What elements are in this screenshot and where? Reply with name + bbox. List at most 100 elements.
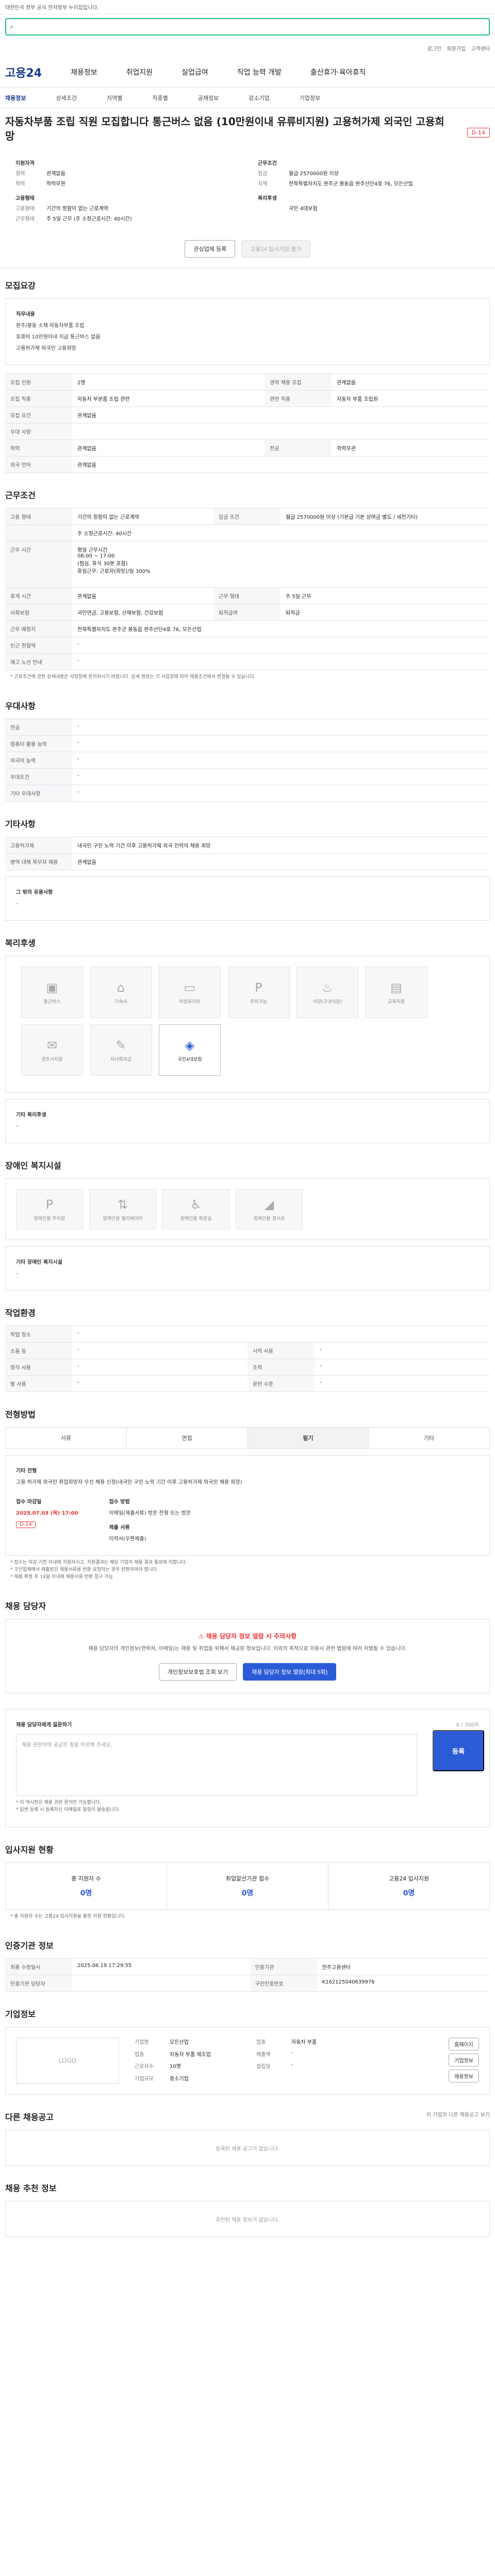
company-homepage-button[interactable]: 홈페이지	[449, 2038, 479, 2050]
contact-alert: ⚠ 채용 담당자 정보 열람 시 주의사항 채용 담당자의 개인정보(연락처, …	[5, 1619, 490, 1693]
company-fields: 기업명 모든산업 업종 자동차 부품 업종 자동차 부품 제조업 매출액 - 근로자수 10명…	[135, 2040, 317, 2082]
register-button[interactable]: 등록	[433, 1730, 484, 1771]
privacy-law-button[interactable]: 개인정보보호법 조회 보기	[158, 1663, 237, 1681]
process-tabs: 서류 면접 필기 기타	[5, 1427, 490, 1449]
job-title: 자동차부품 조립 직원 모집합니다 통근버스 없음 (10만원이내 유류비지원)…	[5, 115, 444, 142]
applicant-status: 총 지원자 수 0명 취업알선기관 접수 0명 고용24 입사지원 0명	[5, 1862, 490, 1910]
company-logo: LOGO	[16, 2038, 119, 2084]
search-icon: ⌕	[10, 23, 14, 30]
welfare-edu: ▤ 교육지원	[365, 967, 427, 1018]
sub-nav: 채용정보 상세조건 지역별 직종별 공채정보 강소기업 기업정보	[0, 88, 495, 108]
tab-interview: 면접	[127, 1428, 248, 1448]
cap-icon: ✎	[116, 1038, 126, 1053]
section-disability: 장애인 복지시설 P 장애인용 주차장 ⇅ 장애인용 엘리베이터 ♿ 장애인용 화장실…	[0, 1148, 495, 1296]
nav-jobs[interactable]: 채용정보	[71, 67, 97, 77]
welfare-grid: ▣ 통근버스 ⌂ 기숙사 ▭ 차량유지비 P 주차가능 ♨ 식당(구내식당) ▤ 교육지원 …	[5, 956, 490, 1093]
same-company-link[interactable]: 이 기업의 다른 채용공고 보기	[426, 2110, 490, 2118]
dis-ramp: ◢ 장애인용 경사로	[236, 1189, 303, 1229]
process-notes: * 접수는 마감 기한 이내에 지원하시고, 지원결과는 해당 기업의 채용 결…	[10, 1560, 187, 1580]
logo[interactable]: 고용24	[5, 64, 42, 80]
tab-other: 기타	[424, 1435, 435, 1442]
job-description: 직무내용 완주/봉동 소재 자동차부품 조립 유류비 10만원이내 지급 통근버…	[5, 298, 490, 365]
welfare-cafeteria: ♨ 식당(구내식당)	[296, 967, 358, 1018]
subnav-strong[interactable]: 강소기업	[249, 94, 269, 102]
gift-icon: ✉	[46, 1038, 58, 1053]
subnav-public[interactable]: 공채정보	[198, 94, 219, 102]
global-nav: 고용24 채용정보 취업지원 실업급여 직업 능력 개발 출산휴가·육아휴직	[0, 57, 495, 88]
util-join[interactable]: 회원가입	[447, 44, 466, 52]
util-links: 로그인 회원가입 고객센터	[0, 39, 495, 57]
section-title: 모집요강	[5, 281, 36, 291]
search-row: ⌕	[0, 14, 495, 39]
welfare-car: ▭ 차량유지비	[159, 967, 221, 1018]
welfare-parking: P 주차가능	[227, 967, 290, 1018]
welfare-tuition: ✎ 자녀학자금	[90, 1024, 152, 1076]
tab-written: 필기	[248, 1428, 369, 1448]
cond-note: * 근로조건에 관한 상세내용은 사업장에 문의하시기 바랍니다. 상세 정보는…	[10, 674, 256, 680]
dis-toilet: ♿ 장애인용 화장실	[162, 1189, 229, 1229]
pref-table: 전공 - 컴퓨터 활용 능력 - 외국어 능력 - 우대조건 - 기타 우대사항 -	[5, 719, 490, 802]
summary-employment: 고용형태 고용형태 기간의 정함이 없는 근로계약 근무형태 주 5일 근무 (주 …	[15, 196, 132, 222]
question-input[interactable]: 채용 관련하여 궁금한 점을 작성해 주세요.	[16, 1734, 417, 1796]
subnav-occupation[interactable]: 직종별	[152, 94, 168, 102]
summary-grid: 지원자격 경력 관계없음 학력 학력무관 근무조건 임금 월급 2570000원 이상…	[0, 143, 495, 225]
nav-training[interactable]: 직업 능력 개발	[237, 67, 282, 77]
subnav-region[interactable]: 지역별	[107, 94, 122, 102]
welfare-dorm: ⌂ 기숙사	[90, 967, 152, 1018]
status-total: 총 지원자 수 0명	[6, 1863, 167, 1909]
section-status: 입사지원 현황 총 지원자 수 0명 취업알선기관 접수 0명 고용24 입사지원 0…	[0, 1833, 495, 1928]
search-input[interactable]: ⌕	[5, 18, 490, 36]
welfare-other: 기타 복리후생 -	[5, 1099, 490, 1143]
company-jobs-button[interactable]: 채용정보	[449, 2070, 479, 2082]
ask-panel: 채용 담당자에게 질문하기 0 / 300자 채용 관련하여 궁금한 점을 작성해…	[5, 1709, 490, 1827]
nav-leave[interactable]: 출산휴가·육아휴직	[310, 67, 366, 77]
save-interest-button[interactable]: 관심업체 등록	[185, 240, 236, 258]
cond-table: 고용 형태 기간의 정함이 없는 근로계약 임금 조건 월급 2570000원 이상 …	[5, 508, 490, 670]
parking-icon: P	[45, 1197, 54, 1212]
subnav-jobs[interactable]: 채용정보	[5, 94, 26, 102]
section-preference: 우대사항 전공 - 컴퓨터 활용 능력 - 외국어 능력 - 우대조건 - 기타 우대사…	[0, 689, 495, 807]
section-etc: 기타사항 고용허가제 내국인 구인 노력 기간 이후 고용허가제 외국 인력의 채…	[0, 807, 495, 926]
toilet-icon: ♿	[190, 1197, 202, 1212]
nav-benefit[interactable]: 실업급여	[182, 67, 208, 77]
company-info-button[interactable]: 기업정보	[449, 2054, 479, 2066]
welfare-bus: ▣ 통근버스	[21, 967, 83, 1018]
section-conditions: 근무조건 고용 형태 기간의 정함이 없는 근로계약 임금 조건 월급 2570000…	[0, 478, 495, 689]
meal-icon: ♨	[322, 980, 333, 995]
warning-icon: ⚠	[198, 1633, 206, 1640]
util-help[interactable]: 고객센터	[471, 44, 490, 52]
status-online: 고용24 입사지원 0명	[388, 1875, 430, 1897]
elevator-icon: ⇅	[117, 1197, 128, 1212]
shield-icon: ◈	[185, 1038, 195, 1053]
bus-icon: ▣	[46, 980, 58, 995]
summary-qualification: 지원자격 경력 관계없음 학력 학력무관	[15, 161, 65, 187]
section-process: 전형방법 서류 면접 필기 기타 기타 전형 고용 허가제 외국인 취업희망자 …	[0, 1397, 495, 1589]
welfare-insurance: ◈ 국민4대보험	[159, 1024, 221, 1076]
book-icon: ▤	[390, 980, 402, 995]
car-icon: ▭	[184, 980, 196, 995]
dis-elevator: ⇅ 장애인용 엘리베이터	[89, 1189, 156, 1229]
dday-badge: D-14	[467, 128, 490, 138]
section-info: 인증기관 정보 최종 수정일시 2025.06.19 17:29:55 인증기관 전주…	[0, 1928, 495, 1997]
view-contact-button[interactable]: 채용 담당자 정보 열람(최대 5회)	[243, 1663, 337, 1681]
same-company-empty: 등록된 채용 공고가 없습니다.	[5, 2130, 490, 2166]
gov-notice-bar: 대한민국 정부 공식 전자정부 누리집입니다.	[0, 0, 495, 14]
env-table: 작업 장소 - 소음 등 - 시력 사용 - 청각 사용 - 조작 - 팔 사용 - 운반 수준 -	[5, 1326, 490, 1392]
nav-support[interactable]: 취업지원	[126, 67, 153, 77]
status-agency: 취업알선기관 접수 0명	[167, 1863, 328, 1909]
util-login[interactable]: 로그인	[427, 44, 442, 52]
section-environment: 작업환경 작업 장소 - 소음 등 - 시력 사용 - 청각 사용 - 조작 - 팔 사용 - 운…	[0, 1296, 495, 1397]
subnav-company[interactable]: 기업정보	[300, 94, 320, 102]
info-table: 최종 수정일시 2025.06.19 17:29:55 인증기관 전주고용센터 인증기…	[5, 1958, 490, 1992]
house-icon: ⌂	[117, 980, 125, 995]
section-qualification: 모집요강 직무내용 완주/봉동 소재 자동차부품 조립 유류비 10만원이내 지…	[0, 268, 495, 478]
section-recommend: 채용 추천 정보 추천된 채용 정보가 없습니다.	[0, 2171, 495, 2242]
disability-other: 기타 장애인 복지시설 -	[5, 1246, 490, 1291]
apply-disabled-button: 고용24 입사지원 불가	[241, 240, 310, 258]
recommend-empty: 추천된 채용 정보가 없습니다.	[5, 2201, 490, 2237]
summary-welfare: 복리후생 국민 4대보험	[258, 196, 318, 212]
process-detail: 기타 전형 고용 허가제 외국인 취업희망자 우선 채용 신청(내국인 구인 노…	[5, 1455, 490, 1556]
section-welfare: 복리후생 ▣ 통근버스 ⌂ 기숙사 ▭ 차량유지비 P 주차가능 ♨ 식당(구내식당) ▤…	[0, 926, 495, 1148]
company-card: LOGO 기업명 모든산업 업종 자동차 부품 업종 자동차 부품 제조업 매출액 - 근로…	[5, 2027, 490, 2095]
subnav-detail[interactable]: 상세조건	[56, 94, 76, 102]
